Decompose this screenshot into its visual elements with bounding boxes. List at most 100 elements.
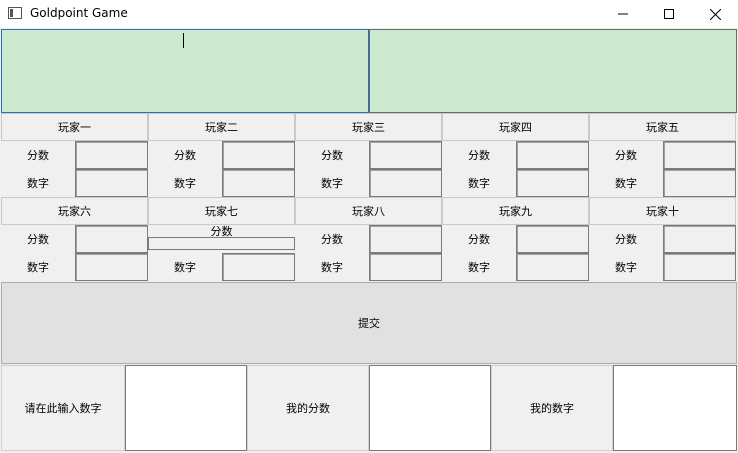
close-button[interactable]	[692, 0, 738, 28]
player-name: 玩家四	[499, 121, 532, 134]
input-prompt-text: 请在此输入数字	[24, 402, 102, 415]
minimize-button[interactable]	[600, 0, 646, 28]
right-text-pane[interactable]	[369, 29, 737, 113]
number-label: 数字	[442, 169, 516, 197]
number-field[interactable]	[222, 253, 295, 281]
player-name: 玩家七	[205, 205, 238, 218]
score-field[interactable]	[75, 141, 148, 169]
submit-label: 提交	[358, 317, 380, 330]
player-header: 玩家二	[148, 113, 295, 141]
score-label-text: 分数	[174, 149, 196, 162]
number-field[interactable]	[663, 253, 736, 281]
window-title: Goldpoint Game	[30, 6, 128, 20]
score-label-text: 分数	[27, 233, 49, 246]
score-field[interactable]	[75, 225, 148, 253]
player-name: 玩家九	[499, 205, 532, 218]
close-icon	[709, 8, 721, 20]
score-label: 分数	[148, 141, 222, 169]
number-label: 数字	[589, 169, 663, 197]
input-prompt-label: 请在此输入数字	[1, 365, 125, 451]
number-label: 数字	[1, 253, 75, 281]
number-label-text: 数字	[615, 177, 637, 190]
player-name: 玩家六	[58, 205, 91, 218]
player-name: 玩家八	[352, 205, 385, 218]
number-field[interactable]	[516, 253, 589, 281]
number-label-text: 数字	[174, 261, 196, 274]
score-label-text: 分数	[468, 233, 490, 246]
score-field[interactable]	[222, 141, 295, 169]
player-header: 玩家三	[295, 113, 442, 141]
player-header: 玩家七	[148, 197, 295, 225]
score-label: 分数	[148, 225, 295, 238]
number-field[interactable]	[663, 169, 736, 197]
score-label: 分数	[295, 141, 369, 169]
score-label: 分数	[589, 141, 663, 169]
number-field[interactable]	[222, 169, 295, 197]
number-field[interactable]	[516, 169, 589, 197]
number-input[interactable]	[125, 365, 247, 451]
player-name: 玩家三	[352, 121, 385, 134]
left-text-pane[interactable]	[1, 29, 369, 113]
score-label: 分数	[1, 141, 75, 169]
score-field[interactable]	[516, 225, 589, 253]
score-label: 分数	[442, 141, 516, 169]
score-label: 分数	[589, 225, 663, 253]
player-header: 玩家一	[1, 113, 148, 141]
score-label-text: 分数	[321, 233, 343, 246]
number-label-text: 数字	[27, 177, 49, 190]
my-number-text: 我的数字	[530, 402, 574, 415]
player-header: 玩家六	[1, 197, 148, 225]
number-label-text: 数字	[174, 177, 196, 190]
minimize-icon	[618, 13, 628, 15]
my-score-text: 我的分数	[286, 402, 330, 415]
player-header: 玩家八	[295, 197, 442, 225]
number-field[interactable]	[75, 169, 148, 197]
number-label: 数字	[295, 169, 369, 197]
maximize-button[interactable]	[646, 0, 692, 28]
number-field[interactable]	[75, 253, 148, 281]
number-field[interactable]	[369, 253, 442, 281]
text-caret	[183, 33, 184, 48]
my-score-label: 我的分数	[247, 365, 369, 451]
number-label-text: 数字	[468, 261, 490, 274]
number-label-text: 数字	[321, 177, 343, 190]
number-label-text: 数字	[321, 261, 343, 274]
player-header: 玩家十	[589, 197, 736, 225]
number-label: 数字	[589, 253, 663, 281]
number-label: 数字	[148, 253, 222, 281]
number-field[interactable]	[369, 169, 442, 197]
player-header: 玩家五	[589, 113, 736, 141]
player-name: 玩家一	[58, 121, 91, 134]
number-label-text: 数字	[615, 261, 637, 274]
number-label: 数字	[295, 253, 369, 281]
score-label: 分数	[1, 225, 75, 253]
number-label-text: 数字	[468, 177, 490, 190]
score-field[interactable]	[663, 141, 736, 169]
number-label: 数字	[148, 169, 222, 197]
player-name: 玩家二	[205, 121, 238, 134]
score-field[interactable]	[516, 141, 589, 169]
score-label-text: 分数	[615, 149, 637, 162]
score-label: 分数	[442, 225, 516, 253]
number-label-text: 数字	[27, 261, 49, 274]
player-name: 玩家五	[646, 121, 679, 134]
score-label-text: 分数	[27, 149, 49, 162]
my-number-field[interactable]	[613, 365, 737, 451]
submit-button[interactable]: 提交	[1, 282, 737, 364]
player-name: 玩家十	[646, 205, 679, 218]
score-label-text: 分数	[321, 149, 343, 162]
score-label: 分数	[295, 225, 369, 253]
score-field[interactable]	[369, 225, 442, 253]
number-label: 数字	[1, 169, 75, 197]
number-label: 数字	[442, 253, 516, 281]
my-number-label: 我的数字	[491, 365, 613, 451]
score-field[interactable]	[369, 141, 442, 169]
score-field[interactable]	[663, 225, 736, 253]
score-label-text: 分数	[615, 233, 637, 246]
player-header: 玩家四	[442, 113, 589, 141]
maximize-icon	[664, 9, 674, 19]
app-window-icon	[8, 7, 22, 19]
score-field[interactable]	[148, 237, 295, 250]
my-score-field[interactable]	[369, 365, 491, 451]
score-label-text: 分数	[468, 149, 490, 162]
